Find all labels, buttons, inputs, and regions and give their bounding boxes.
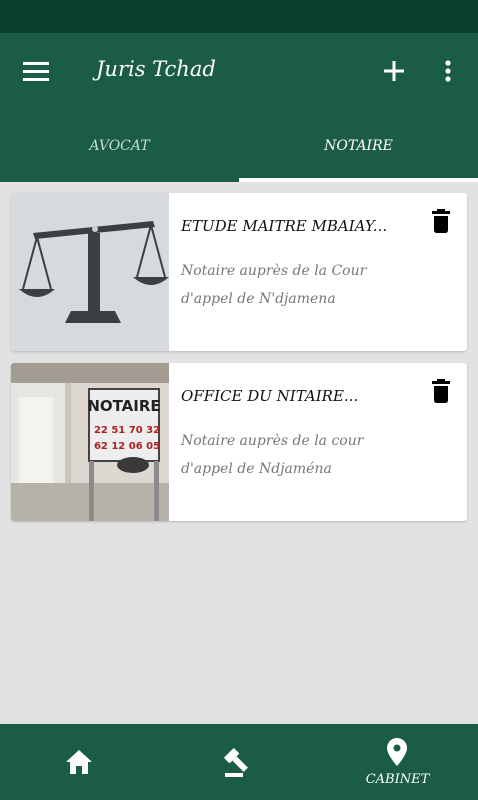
nav-cabinet[interactable]: CABINET: [318, 724, 477, 800]
delete-button[interactable]: [425, 375, 457, 407]
sign-text: NOTAIRE: [87, 397, 160, 415]
delete-icon: [432, 209, 450, 233]
tab-notaire[interactable]: NOTAIRE: [239, 109, 478, 182]
list-item[interactable]: NOTAIRE 22 51 70 32 62 12 06 05 OFFICE D…: [11, 363, 467, 521]
location-pin-icon: [387, 738, 407, 766]
list-item[interactable]: ETUDE MAITRE MBAIAY... Notaire auprès de…: [11, 193, 467, 351]
nav-home[interactable]: [0, 724, 159, 800]
app-bar: Juris Tchad: [0, 33, 478, 109]
tab-bar: AVOCAT NOTAIRE: [0, 109, 478, 182]
scales-of-justice-image: [11, 193, 169, 351]
gavel-icon: [224, 748, 248, 777]
delete-button[interactable]: [425, 205, 457, 237]
bottom-navigation: CABINET: [0, 724, 478, 800]
menu-icon: [23, 62, 49, 81]
notaire-sign-photo: NOTAIRE 22 51 70 32 62 12 06 05: [11, 363, 169, 521]
more-options-button[interactable]: [432, 53, 464, 89]
nav-cabinet-label: CABINET: [365, 772, 430, 787]
delete-icon: [432, 379, 450, 403]
card-title: ETUDE MAITRE MBAIAY...: [181, 217, 388, 235]
nav-gavel[interactable]: [159, 724, 318, 800]
card-title: OFFICE DU NITAIRE...: [181, 387, 359, 405]
sign-phone-1: 22 51 70 32: [94, 425, 160, 436]
more-vert-icon: [445, 60, 451, 82]
card-description: Notaire auprès de la cour d'appel de Ndj…: [181, 433, 364, 477]
add-button[interactable]: [376, 53, 412, 89]
tab-indicator: [239, 178, 478, 182]
menu-button[interactable]: [18, 53, 54, 89]
sign-phone-2: 62 12 06 05: [94, 441, 160, 452]
app-title: Juris Tchad: [96, 57, 216, 81]
add-icon: [384, 61, 404, 81]
status-bar: [0, 0, 478, 33]
card-description: Notaire auprès de la Cour d'appel de N'd…: [181, 263, 367, 307]
tab-avocat[interactable]: AVOCAT: [0, 109, 239, 182]
home-icon: [66, 750, 92, 774]
